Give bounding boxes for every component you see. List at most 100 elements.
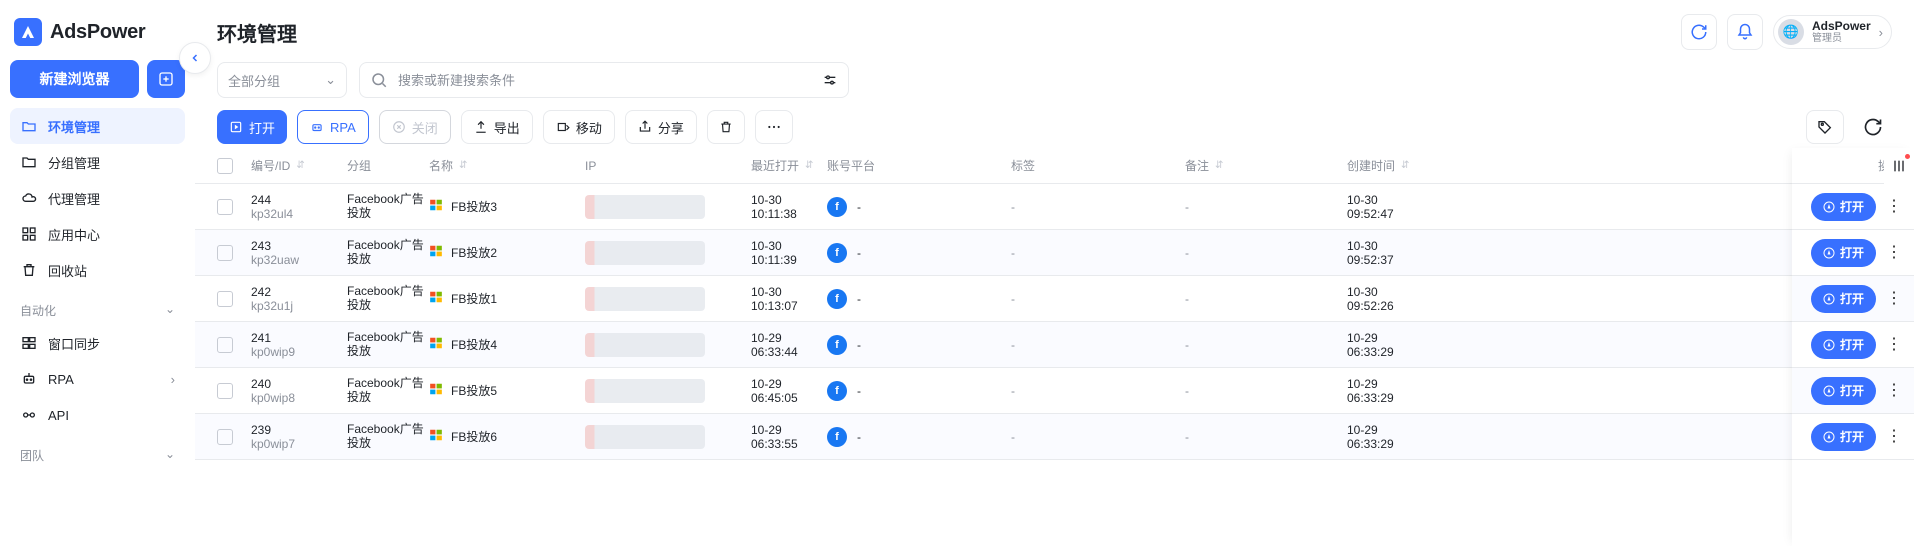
action-row: 打开 ⋮ bbox=[1792, 414, 1914, 460]
cell-name: FB投放2 bbox=[429, 244, 585, 261]
table-row[interactable]: 242kp32u1jFacebook广告投放FB投放110-3010:13:07… bbox=[195, 276, 1914, 322]
open-row-button[interactable]: 打开 bbox=[1811, 377, 1876, 405]
facebook-icon: f bbox=[827, 243, 847, 263]
share-icon bbox=[638, 120, 652, 134]
th-group[interactable]: 分组 bbox=[347, 157, 429, 174]
new-browser-plus-button[interactable] bbox=[147, 60, 185, 98]
section-team[interactable]: 团队 ⌄ bbox=[10, 433, 185, 470]
nav-item-groups[interactable]: 分组管理 bbox=[10, 144, 185, 180]
row-checkbox[interactable] bbox=[217, 245, 251, 261]
ip-blurred bbox=[585, 195, 705, 219]
row-more-button[interactable]: ⋮ bbox=[1886, 429, 1902, 445]
close-batch-button[interactable]: 关闭 bbox=[379, 110, 451, 144]
filter-icon[interactable] bbox=[822, 72, 838, 88]
nav-label: 回收站 bbox=[48, 261, 87, 280]
th-note[interactable]: 备注 bbox=[1185, 157, 1347, 174]
th-tag[interactable]: 标签 bbox=[1011, 157, 1185, 174]
cell-last-open: 10-3010:11:38 bbox=[751, 193, 827, 221]
row-more-button[interactable]: ⋮ bbox=[1886, 245, 1902, 261]
ip-blurred bbox=[585, 379, 705, 403]
notification-dot-icon bbox=[1905, 154, 1910, 159]
cell-platform: f- bbox=[827, 289, 1011, 309]
rpa-button[interactable]: RPA bbox=[297, 110, 369, 144]
cell-name: FB投放1 bbox=[429, 290, 585, 307]
nav-label: 代理管理 bbox=[48, 189, 100, 208]
new-browser-button[interactable]: 新建浏览器 bbox=[10, 60, 139, 98]
th-ip[interactable]: IP bbox=[585, 159, 751, 173]
cell-platform: f- bbox=[827, 427, 1011, 447]
nav-label: RPA bbox=[48, 372, 74, 387]
group-select[interactable]: 全部分组 ⌄ bbox=[217, 62, 347, 98]
action-row: 打开 ⋮ bbox=[1792, 322, 1914, 368]
table-row[interactable]: 240kp0wip8Facebook广告投放FB投放510-2906:45:05… bbox=[195, 368, 1914, 414]
open-batch-button[interactable]: 打开 bbox=[217, 110, 287, 144]
more-button[interactable] bbox=[755, 110, 793, 144]
table-row[interactable]: 244kp32ul4Facebook广告投放FB投放310-3010:11:38… bbox=[195, 184, 1914, 230]
section-automation[interactable]: 自动化 ⌄ bbox=[10, 288, 185, 325]
new-browser-label: 新建浏览器 bbox=[40, 69, 110, 89]
cell-id: 244kp32ul4 bbox=[251, 193, 347, 221]
th-name[interactable]: 名称 bbox=[429, 157, 585, 174]
delete-button[interactable] bbox=[707, 110, 745, 144]
row-checkbox[interactable] bbox=[217, 429, 251, 445]
ip-blurred bbox=[585, 333, 705, 357]
open-row-button[interactable]: 打开 bbox=[1811, 193, 1876, 221]
refresh-icon bbox=[1863, 117, 1883, 137]
nav-main: 环境管理 分组管理 代理管理 应用中心 回收站 bbox=[10, 108, 185, 288]
nav-item-window-sync[interactable]: 窗口同步 bbox=[10, 325, 185, 361]
th-id[interactable]: 编号/ID bbox=[251, 157, 347, 174]
share-button[interactable]: 分享 bbox=[625, 110, 697, 144]
search-input[interactable] bbox=[396, 72, 814, 89]
chevron-right-icon: › bbox=[1879, 25, 1883, 40]
windows-icon bbox=[429, 382, 443, 399]
notifications-button[interactable] bbox=[1727, 14, 1763, 50]
th-created[interactable]: 创建时间 bbox=[1347, 157, 1419, 174]
table-row[interactable]: 243kp32uawFacebook广告投放FB投放210-3010:11:39… bbox=[195, 230, 1914, 276]
header-actions: 🌐 AdsPower 管理员 › bbox=[1681, 14, 1892, 50]
open-row-button[interactable]: 打开 bbox=[1811, 285, 1876, 313]
cell-group: Facebook广告投放 bbox=[347, 423, 429, 451]
row-more-button[interactable]: ⋮ bbox=[1886, 291, 1902, 307]
move-button[interactable]: 移动 bbox=[543, 110, 615, 144]
row-more-button[interactable]: ⋮ bbox=[1886, 383, 1902, 399]
nav-automation: 窗口同步 RPA › API bbox=[10, 325, 185, 433]
table-row[interactable]: 239kp0wip7Facebook广告投放FB投放610-2906:33:55… bbox=[195, 414, 1914, 460]
nav-item-environments[interactable]: 环境管理 bbox=[10, 108, 185, 144]
row-checkbox[interactable] bbox=[217, 337, 251, 353]
open-row-button[interactable]: 打开 bbox=[1811, 331, 1876, 359]
nav-item-appcenter[interactable]: 应用中心 bbox=[10, 216, 185, 252]
column-settings-button[interactable] bbox=[1884, 148, 1914, 184]
table-row[interactable]: 241kp0wip9Facebook广告投放FB投放410-2906:33:44… bbox=[195, 322, 1914, 368]
tag-filter-button[interactable] bbox=[1806, 110, 1844, 144]
open-row-button[interactable]: 打开 bbox=[1811, 239, 1876, 267]
nav-item-trash[interactable]: 回收站 bbox=[10, 252, 185, 288]
select-all-checkbox[interactable] bbox=[217, 158, 251, 174]
row-more-button[interactable]: ⋮ bbox=[1886, 337, 1902, 353]
tag-icon bbox=[1817, 119, 1833, 135]
facebook-icon: f bbox=[827, 381, 847, 401]
row-checkbox[interactable] bbox=[217, 383, 251, 399]
cell-created: 10-3009:52:26 bbox=[1347, 285, 1419, 313]
sidebar-collapse-button[interactable] bbox=[179, 42, 211, 74]
search-field[interactable] bbox=[359, 62, 849, 98]
row-checkbox[interactable] bbox=[217, 291, 251, 307]
nav-item-proxy[interactable]: 代理管理 bbox=[10, 180, 185, 216]
th-last[interactable]: 最近打开 bbox=[751, 157, 827, 174]
cell-note: - bbox=[1185, 338, 1347, 352]
cell-name: FB投放6 bbox=[429, 428, 585, 445]
th-platform[interactable]: 账号平台 bbox=[827, 157, 1011, 174]
cell-group: Facebook广告投放 bbox=[347, 331, 429, 359]
nav-item-rpa[interactable]: RPA › bbox=[10, 361, 185, 397]
windows-icon bbox=[429, 428, 443, 445]
open-row-button[interactable]: 打开 bbox=[1811, 423, 1876, 451]
facebook-icon: f bbox=[827, 289, 847, 309]
user-menu[interactable]: 🌐 AdsPower 管理员 › bbox=[1773, 15, 1892, 49]
sync-button[interactable] bbox=[1681, 14, 1717, 50]
cell-group: Facebook广告投放 bbox=[347, 193, 429, 221]
row-checkbox[interactable] bbox=[217, 199, 251, 215]
refresh-button[interactable] bbox=[1854, 110, 1892, 144]
nav-item-api[interactable]: API bbox=[10, 397, 185, 433]
cell-platform: f- bbox=[827, 335, 1011, 355]
row-more-button[interactable]: ⋮ bbox=[1886, 199, 1902, 215]
export-button[interactable]: 导出 bbox=[461, 110, 533, 144]
